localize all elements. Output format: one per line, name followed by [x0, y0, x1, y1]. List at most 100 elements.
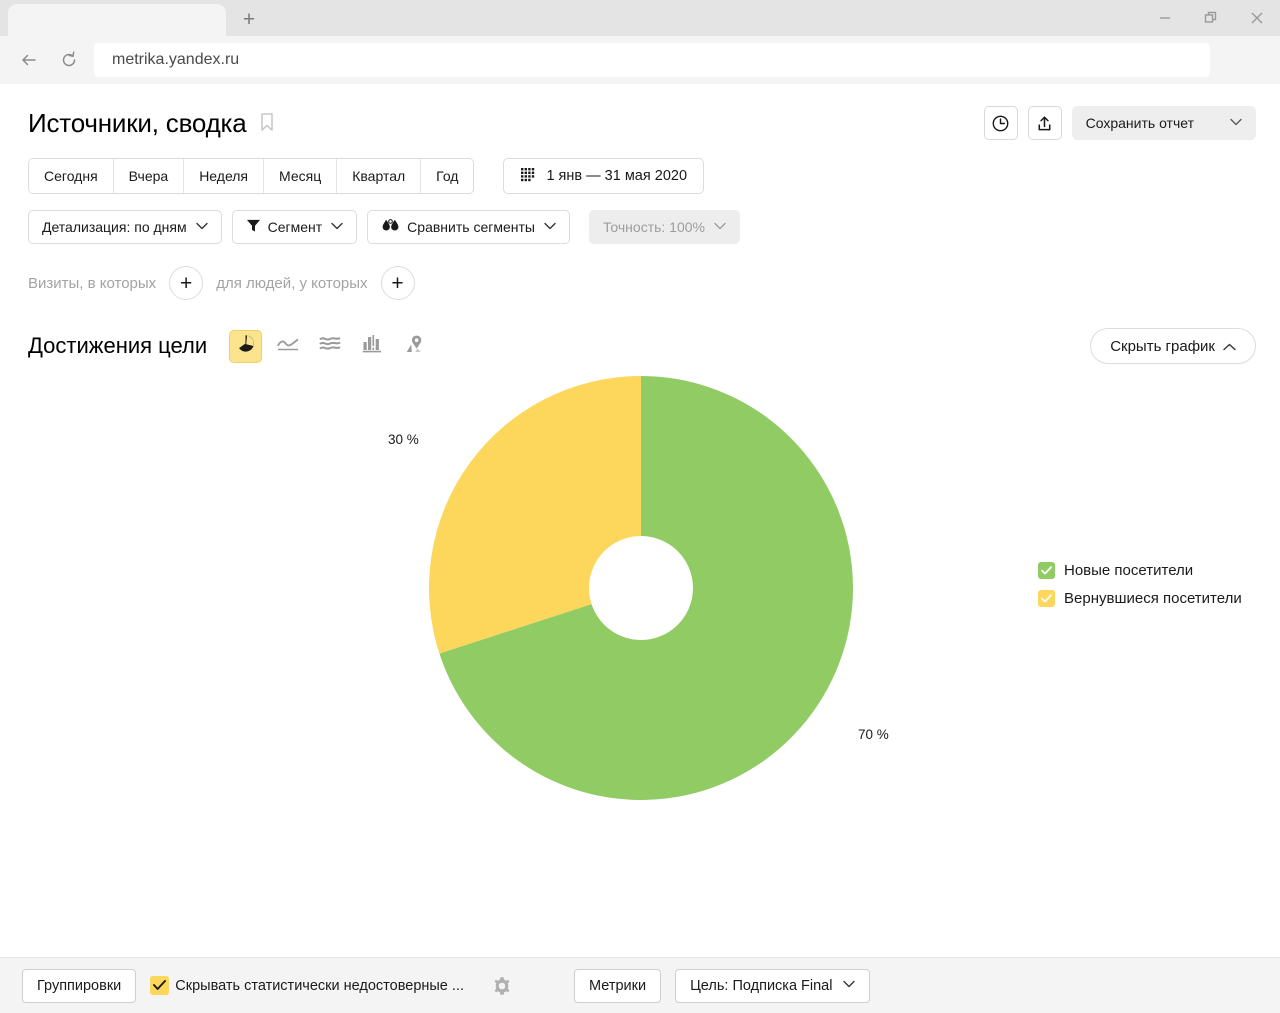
url-text: metrika.yandex.ru [112, 51, 240, 68]
close-button[interactable] [1234, 0, 1280, 36]
detail-level-dropdown[interactable]: Детализация: по дням [28, 210, 222, 244]
metrics-button[interactable]: Метрики [574, 968, 662, 1003]
period-today[interactable]: Сегодня [29, 159, 114, 193]
pie-chart [428, 375, 854, 806]
history-button[interactable] [983, 106, 1018, 140]
compare-segments-label: Сравнить сегменты [407, 219, 535, 235]
accuracy-dropdown[interactable]: Точность: 100% [588, 210, 740, 244]
chart-type-bar-button[interactable] [355, 330, 388, 363]
back-button[interactable] [14, 45, 44, 75]
pie-chart-icon [236, 334, 255, 358]
navigation-bar: metrika.yandex.ru [0, 36, 1280, 84]
address-bar[interactable]: metrika.yandex.ru [94, 43, 1210, 77]
groupings-button[interactable]: Группировки [22, 968, 137, 1003]
period-year[interactable]: Год [421, 159, 474, 193]
compare-segments-dropdown[interactable]: Сравнить сегменты [367, 210, 570, 244]
chart-title: Достижения цели [28, 333, 208, 358]
date-range-picker[interactable]: 1 янв — 31 мая 2020 [503, 158, 705, 194]
check-icon [1041, 566, 1052, 575]
line-chart-icon [276, 336, 299, 357]
clock-icon [992, 115, 1009, 131]
legend-checkbox-new[interactable] [1038, 562, 1055, 579]
bar-chart-icon [362, 334, 382, 358]
period-button-group: Сегодня Вчера Неделя Месяц Квартал Год [28, 158, 475, 194]
share-button[interactable] [1027, 106, 1062, 140]
save-report-label: Сохранить отчет [1085, 115, 1194, 131]
reload-icon [62, 51, 76, 67]
reload-button[interactable] [54, 45, 84, 75]
plus-icon: + [242, 7, 256, 31]
period-month[interactable]: Месяц [264, 159, 338, 193]
window-controls [1142, 0, 1280, 36]
chart-header: Достижения цели Скрыть график [0, 300, 1280, 364]
area-chart-icon [318, 335, 341, 358]
chart-type-pie-button[interactable] [229, 329, 263, 363]
visits-filter-label: Визиты, в которых [28, 274, 157, 292]
page-header: Источники, сводка Сохранить отчет [0, 84, 1280, 140]
pie-label-new: 70 % [858, 727, 889, 742]
period-selector: Сегодня Вчера Неделя Месяц Квартал Год 1… [0, 140, 1280, 194]
segment-dropdown[interactable]: Сегмент [231, 210, 358, 244]
legend-label-new: Новые посетители [1064, 562, 1194, 579]
tab-strip: + [0, 0, 1280, 36]
chart-type-area-button[interactable] [313, 330, 346, 363]
legend-item-new-visitors[interactable]: Новые посетители [1038, 562, 1242, 579]
accuracy-label: Точность: 100% [602, 219, 705, 235]
settings-button[interactable] [492, 976, 512, 996]
people-filter-label: для людей, у которых [216, 274, 368, 292]
goal-label: Цель: Подписка Final [690, 977, 833, 994]
browser-tab[interactable] [8, 4, 226, 36]
chart-type-line-button[interactable] [271, 330, 304, 363]
hide-chart-label: Скрыть график [1110, 337, 1215, 355]
goal-dropdown[interactable]: Цель: Подписка Final [675, 968, 871, 1003]
chevron-down-icon [1230, 118, 1242, 129]
chevron-up-icon [1223, 338, 1236, 355]
calendar-icon [520, 166, 536, 186]
legend-item-returning-visitors[interactable]: Вернувшиеся посетители [1038, 590, 1242, 607]
hide-unreliable-checkbox[interactable] [150, 976, 170, 995]
minimize-button[interactable] [1142, 0, 1188, 36]
restore-button[interactable] [1188, 0, 1234, 36]
bottom-toolbar: Группировки Скрывать статистически недос… [0, 957, 1280, 1013]
map-chart-icon [404, 334, 424, 359]
hide-chart-button[interactable]: Скрыть график [1090, 328, 1256, 364]
pie-label-returning: 30 % [388, 432, 419, 447]
legend-label-returning: Вернувшиеся посетители [1064, 590, 1242, 607]
period-week[interactable]: Неделя [184, 159, 265, 193]
minimize-icon [1160, 17, 1170, 19]
tools-row: Детализация: по дням Сегмент Сравнить се… [0, 194, 1280, 244]
chart-area: 30 % 70 % Новые посетители Вернувшиеся п… [0, 364, 1280, 894]
donut-chart-svg [429, 376, 854, 800]
metrics-label: Метрики [589, 977, 647, 994]
legend-checkbox-returning[interactable] [1038, 590, 1055, 607]
new-tab-button[interactable]: + [232, 4, 266, 34]
droplets-icon [381, 218, 400, 237]
bookmark-button[interactable] [259, 112, 275, 137]
date-range-label: 1 янв — 31 мая 2020 [546, 168, 688, 184]
period-yesterday[interactable]: Вчера [113, 159, 185, 193]
period-quarter[interactable]: Квартал [337, 159, 422, 193]
hide-unreliable-checkbox-row[interactable]: Скрывать статистически недостоверные ... [150, 976, 464, 995]
plus-icon: + [180, 271, 193, 295]
chart-type-map-button[interactable] [397, 330, 430, 363]
chart-legend: Новые посетители Вернувшиеся посетители [1038, 562, 1242, 607]
detail-level-label: Детализация: по дням [42, 219, 187, 235]
chevron-down-icon [195, 222, 208, 233]
restore-icon [1204, 11, 1217, 23]
check-icon [1041, 594, 1052, 603]
hide-unreliable-label: Скрывать статистически недостоверные ... [175, 977, 464, 994]
chart-type-switcher [229, 329, 430, 363]
segment-label: Сегмент [267, 219, 323, 235]
chevron-down-icon [843, 980, 856, 991]
save-report-button[interactable]: Сохранить отчет [1071, 106, 1256, 140]
share-icon [1038, 115, 1051, 130]
close-icon [1251, 12, 1263, 24]
chevron-down-icon [544, 222, 556, 233]
chevron-down-icon [331, 222, 343, 233]
back-arrow-icon [22, 54, 36, 66]
add-visit-filter-button[interactable]: + [169, 266, 204, 300]
add-people-filter-button[interactable]: + [380, 266, 415, 300]
funnel-icon [246, 218, 261, 236]
browser-window: + metrika.yandex.ru Источники, сводка Со… [0, 0, 1280, 1013]
filters-row: Визиты, в которых + для людей, у которых… [0, 244, 1280, 300]
